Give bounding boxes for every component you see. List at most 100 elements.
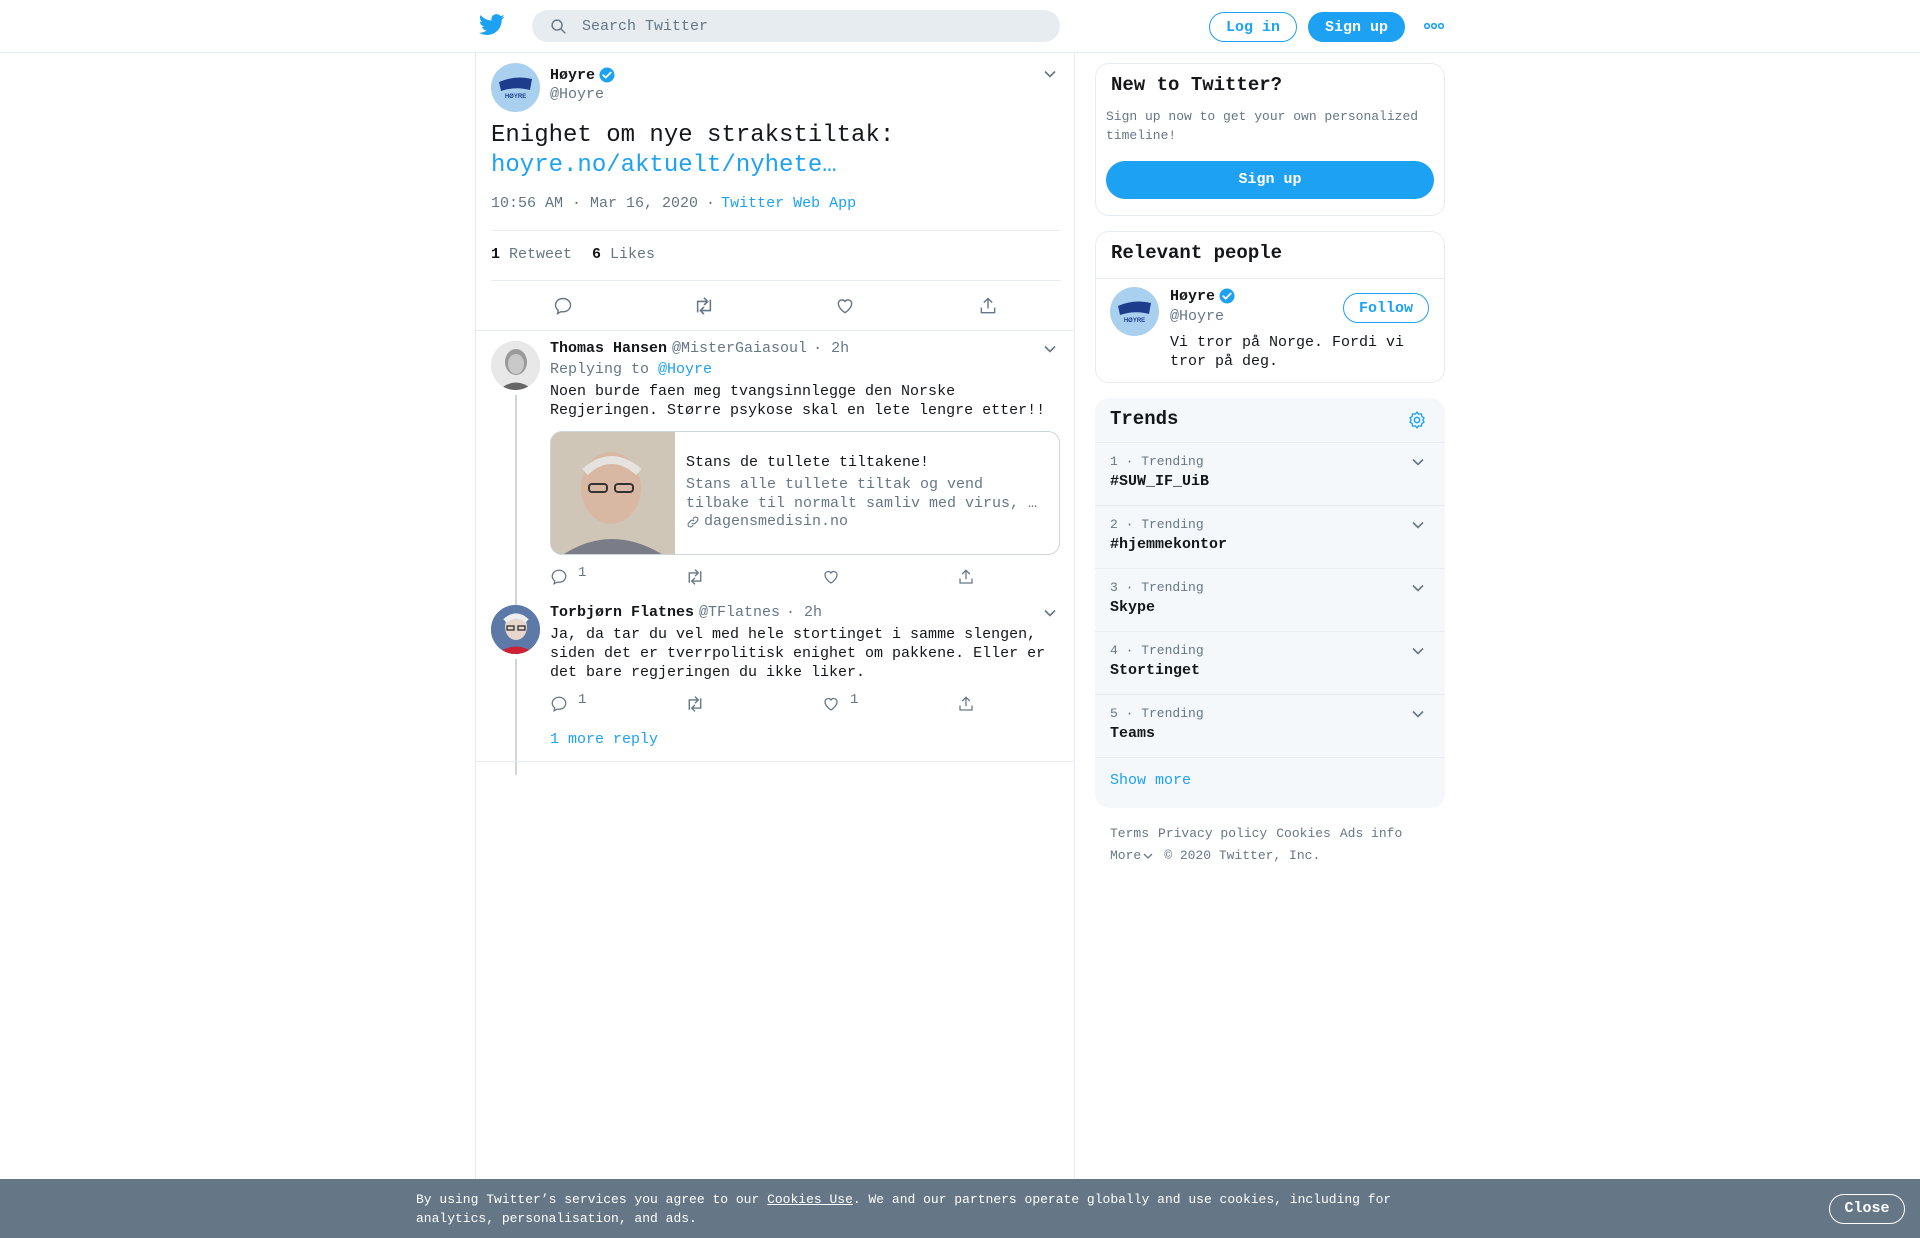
- chevron-down-icon[interactable]: [1411, 709, 1425, 719]
- trend-name: #hjemmekontor: [1110, 536, 1228, 553]
- reply-menu-chevron-icon[interactable]: [1043, 608, 1057, 618]
- reply-author-handle[interactable]: @MisterGaiasoul: [672, 340, 807, 357]
- tweet-timestamp[interactable]: 10:56 AM · Mar 16, 2020: [491, 195, 698, 212]
- divider: [476, 330, 1074, 331]
- reply-author-handle[interactable]: @TFlatnes: [699, 604, 780, 621]
- trends-card: Trends 1 · Trending #SUW_IF_UiB 2 · Tren…: [1095, 398, 1445, 808]
- footer-more-link[interactable]: More: [1110, 848, 1141, 863]
- person-handle[interactable]: @Hoyre: [1170, 308, 1224, 325]
- share-icon[interactable]: [957, 695, 975, 713]
- reply-author-name[interactable]: Torbjørn Flatnes: [550, 604, 694, 621]
- sidebar-signup-button[interactable]: Sign up: [1106, 161, 1434, 199]
- trend-meta: 4 · Trending: [1110, 643, 1204, 658]
- verified-badge-icon: [1218, 287, 1236, 305]
- trend-item[interactable]: 3 · Trending Skype: [1095, 568, 1445, 631]
- trend-item[interactable]: 5 · Trending Teams: [1095, 694, 1445, 757]
- like-count: 6: [592, 246, 602, 263]
- relevant-people-title: Relevant people: [1111, 242, 1283, 264]
- twitter-bird-icon[interactable]: [479, 14, 505, 38]
- retweet-label: Retweet: [509, 246, 573, 263]
- like-icon[interactable]: [835, 296, 855, 316]
- trend-meta: 2 · Trending: [1110, 517, 1204, 532]
- torbjorn-flatnes-avatar[interactable]: [491, 605, 540, 654]
- footer-cookies-link[interactable]: Cookies: [1276, 826, 1331, 841]
- divider: [476, 761, 1074, 762]
- share-icon[interactable]: [978, 296, 998, 316]
- trend-item[interactable]: 1 · Trending #SUW_IF_UiB: [1095, 442, 1445, 505]
- likes-stat[interactable]: 6 Likes: [592, 246, 655, 263]
- thread-dots: [515, 733, 517, 759]
- show-more-replies-link[interactable]: 1 more reply: [550, 731, 658, 748]
- trend-name: #SUW_IF_UiB: [1110, 473, 1210, 490]
- trend-item[interactable]: 4 · Trending Stortinget: [1095, 631, 1445, 694]
- trends-title: Trends: [1110, 408, 1179, 430]
- reply-icon[interactable]: 1: [550, 692, 586, 713]
- svg-text:HØYRE: HØYRE: [1124, 318, 1145, 324]
- reply-menu-chevron-icon[interactable]: [1043, 344, 1057, 354]
- chevron-down-icon[interactable]: [1411, 457, 1425, 467]
- chevron-down-icon[interactable]: [1411, 520, 1425, 530]
- top-bar: Log in Sign up: [0, 0, 1920, 53]
- reply-time[interactable]: · 2h: [813, 340, 849, 357]
- footer-ads-info-link[interactable]: Ads info: [1340, 826, 1402, 841]
- replying-to-link[interactable]: @Hoyre: [658, 361, 712, 378]
- tweet-source-link[interactable]: Twitter Web App: [721, 195, 856, 212]
- cookies-use-link[interactable]: Cookies Use: [767, 1192, 853, 1207]
- relevant-people-card: Relevant people HØYRE Høyre @Hoyre Follo…: [1095, 231, 1445, 383]
- like-icon[interactable]: 1: [822, 692, 858, 713]
- likes-label: Likes: [610, 246, 656, 263]
- footer-links: Terms Privacy policy Cookies Ads info Mo…: [1110, 826, 1402, 863]
- close-cookie-button[interactable]: Close: [1829, 1194, 1905, 1224]
- new-to-twitter-card: New to Twitter? Sign up now to get your …: [1095, 63, 1445, 216]
- show-more-trends-link[interactable]: Show more: [1110, 772, 1191, 789]
- search-input[interactable]: [582, 10, 1042, 42]
- search-bar[interactable]: [532, 10, 1060, 42]
- reply-text: Ja, da tar du vel med hele stortinget i …: [550, 626, 1046, 681]
- trend-item[interactable]: 2 · Trending #hjemmekontor: [1095, 505, 1445, 568]
- tweet-author-name[interactable]: Høyre: [550, 67, 595, 84]
- source-separator: ·: [706, 195, 716, 212]
- retweet-stat[interactable]: 1 Retweet: [491, 246, 572, 263]
- tweet-link[interactable]: hoyre.no/aktuelt/nyhete…: [491, 151, 1061, 181]
- divider: [491, 280, 1061, 281]
- trend-name: Skype: [1110, 599, 1156, 616]
- cookie-message: By using Twitter’s services you agree to…: [416, 1190, 1416, 1228]
- person-name[interactable]: Høyre: [1170, 288, 1215, 305]
- follow-button[interactable]: Follow: [1343, 293, 1429, 323]
- link-card-domain: dagensmedisin.no: [704, 513, 849, 530]
- footer-terms-link[interactable]: Terms: [1110, 826, 1149, 841]
- trend-meta: 1 · Trending: [1110, 454, 1204, 469]
- retweet-count: 1: [491, 246, 501, 263]
- retweet-icon[interactable]: [685, 695, 705, 713]
- person-bio: Vi tror på Norge. Fordi vi tror på deg.: [1170, 334, 1405, 370]
- new-to-twitter-title: New to Twitter?: [1111, 74, 1283, 96]
- retweet-icon[interactable]: [693, 296, 715, 316]
- link-preview-card[interactable]: Stans de tullete tiltakene! Stans alle t…: [550, 431, 1060, 555]
- hoyre-avatar[interactable]: HØYRE: [491, 63, 540, 112]
- thomas-hansen-avatar[interactable]: [491, 341, 540, 390]
- settings-gear-icon[interactable]: [1407, 410, 1427, 430]
- reply-icon[interactable]: [553, 296, 573, 316]
- login-button[interactable]: Log in: [1209, 12, 1297, 42]
- retweet-icon[interactable]: [685, 568, 705, 586]
- share-icon[interactable]: [957, 568, 975, 586]
- tweet-text: Enighet om nye strakstiltak:: [491, 122, 895, 149]
- thread-line: [515, 395, 517, 635]
- main-column: HØYRE Høyre @Hoyre Enighet om nye straks…: [475, 53, 1075, 1238]
- cookie-text-prefix: By using Twitter’s services you agree to…: [416, 1192, 768, 1207]
- reply-time[interactable]: · 2h: [786, 604, 822, 621]
- chevron-down-icon[interactable]: [1142, 852, 1154, 860]
- signup-button[interactable]: Sign up: [1308, 12, 1405, 42]
- reply-icon[interactable]: 1: [550, 565, 586, 586]
- tweet-author-handle[interactable]: @Hoyre: [550, 86, 604, 103]
- hoyre-avatar[interactable]: HØYRE: [1110, 287, 1159, 336]
- like-icon[interactable]: [822, 568, 840, 586]
- chevron-down-icon[interactable]: [1411, 583, 1425, 593]
- reply-author-name[interactable]: Thomas Hansen: [550, 340, 667, 357]
- tweet-menu-chevron-icon[interactable]: [1043, 69, 1057, 79]
- chevron-down-icon[interactable]: [1411, 646, 1425, 656]
- svg-text:HØYRE: HØYRE: [505, 94, 526, 100]
- link-icon: [686, 515, 700, 529]
- more-menu-icon[interactable]: [1424, 20, 1444, 32]
- footer-privacy-link[interactable]: Privacy policy: [1158, 826, 1267, 841]
